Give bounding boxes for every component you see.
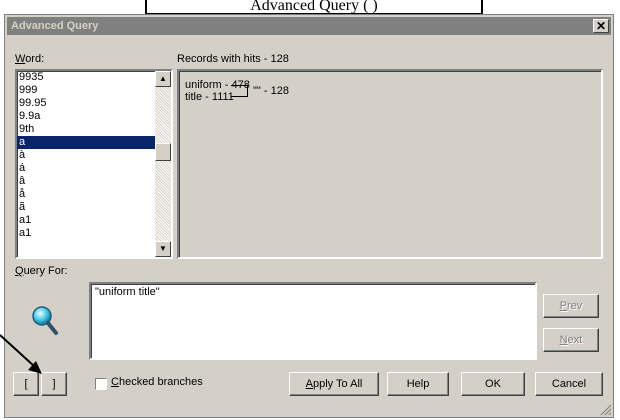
ok-button[interactable]: OK — [461, 372, 525, 396]
word-list-item[interactable]: 9th — [17, 123, 171, 136]
records-header: Records with hits - 128 — [177, 53, 289, 65]
cancel-button[interactable]: Cancel — [535, 372, 603, 396]
word-list-item[interactable]: a — [17, 136, 171, 149]
top-caption: Advanced Query ( ) — [145, 0, 483, 15]
next-button[interactable]: Next — [543, 328, 599, 352]
scroll-down-icon[interactable]: ▼ — [155, 241, 171, 257]
query-label: Query For: — [15, 265, 68, 277]
word-scrollbar[interactable]: ▲ ▼ — [155, 71, 171, 257]
scroll-up-icon[interactable]: ▲ — [155, 71, 171, 87]
result-combined: "" - 128 — [253, 85, 289, 97]
word-list-item[interactable]: a1 — [17, 214, 171, 227]
resize-grip-icon[interactable] — [599, 403, 611, 415]
title-bar[interactable]: Advanced Query ✕ — [7, 17, 611, 35]
query-input[interactable]: "uniform title" — [89, 282, 537, 360]
word-label: Word: — [15, 53, 45, 65]
scroll-thumb[interactable] — [155, 143, 171, 161]
checked-branches-checkbox[interactable] — [95, 378, 107, 390]
word-list-item[interactable]: á — [17, 162, 171, 175]
result-connector — [231, 85, 248, 97]
word-list-item[interactable]: å — [17, 188, 171, 201]
word-list-item[interactable]: a1 — [17, 227, 171, 240]
word-list[interactable]: 9935 999 99.95 9.9a 9th a à á â å ã a1 a1 ▲ ▼ — [15, 69, 173, 259]
word-list-item[interactable]: 9.9a — [17, 110, 171, 123]
checked-branches-label[interactable]: Checked branches — [111, 376, 203, 388]
word-list-item[interactable]: 999 — [17, 84, 171, 97]
window-title: Advanced Query — [11, 20, 99, 32]
help-button[interactable]: Help — [387, 372, 449, 396]
word-list-item[interactable]: à — [17, 149, 171, 162]
prev-button[interactable]: Prev — [543, 294, 599, 318]
word-list-item[interactable]: â — [17, 175, 171, 188]
advanced-query-dialog: Advanced Query ✕ Word: Records with hits… — [4, 14, 614, 418]
word-items: 9935 999 99.95 9.9a 9th a à á â å ã a1 a1 — [17, 71, 171, 240]
results-panel: uniform - 478 title - 1111 "" - 128 — [177, 69, 603, 259]
apply-to-all-button[interactable]: Apply To All — [289, 372, 379, 396]
open-bracket-button[interactable]: [ — [13, 372, 39, 396]
word-list-item[interactable]: ã — [17, 201, 171, 214]
close-bracket-button[interactable]: ] — [41, 372, 67, 396]
word-list-item[interactable]: 9935 — [17, 71, 171, 84]
word-list-item[interactable]: 99.95 — [17, 97, 171, 110]
magnifier-icon — [32, 306, 58, 335]
close-icon[interactable]: ✕ — [593, 19, 609, 33]
